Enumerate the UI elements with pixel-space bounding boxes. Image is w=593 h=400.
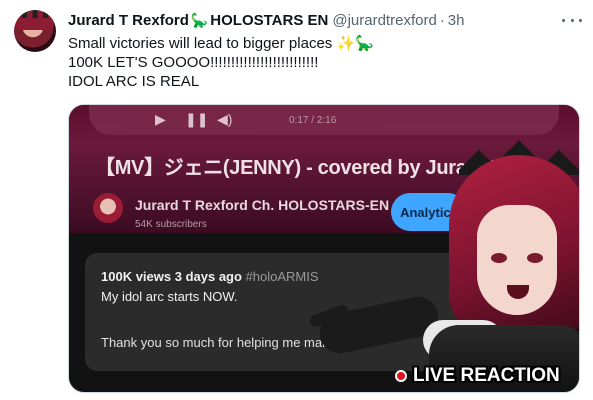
- description-line: My idol arc starts NOW.: [101, 289, 238, 304]
- live-dot-icon: [395, 370, 407, 382]
- video-meta: 100K views 3 days ago #holoARMIS: [101, 269, 319, 284]
- view-count: 100K views: [101, 269, 172, 284]
- dinosaur-icon: 🦕: [190, 11, 209, 28]
- more-dot: [570, 18, 574, 22]
- display-name-suffix[interactable]: HOLOSTARS EN: [210, 12, 328, 29]
- live-reaction-badge: LIVE REACTION: [395, 365, 560, 387]
- volume-icon: ◀): [217, 111, 233, 127]
- avatar-crown: [22, 10, 48, 18]
- avatar[interactable]: [14, 10, 56, 52]
- tweet-media-image[interactable]: ▶ ❚❚ ◀) 0:17 / 2:16 【MV】ジェニ(JENNY) - cov…: [68, 104, 580, 393]
- sparkles-dinosaur-icon: ✨🦕: [336, 35, 374, 52]
- subscriber-count: 54K subscribers: [135, 219, 207, 230]
- character-eye: [527, 253, 543, 263]
- character-eye: [491, 253, 507, 263]
- tweet-line: 100K LET'S GOOOO!!!!!!!!!!!!!!!!!!!!!!!!…: [68, 54, 319, 71]
- timecode: 0:17 / 2:16: [289, 115, 337, 126]
- tweet-text: Small victories will lead to bigger plac…: [68, 34, 568, 91]
- more-options-icon[interactable]: [562, 12, 582, 28]
- channel-name: Jurard T Rexford Ch. HOLOSTARS-EN: [135, 197, 390, 213]
- hashtag: #holoARMIS: [245, 269, 319, 284]
- user-handle[interactable]: @jurardtrexford: [332, 12, 436, 29]
- upload-age: 3 days ago: [174, 269, 242, 284]
- tweet-line: IDOL ARC IS REAL: [68, 73, 200, 90]
- channel-avatar: [93, 193, 123, 223]
- live-reaction-label: LIVE REACTION: [413, 365, 560, 386]
- pause-icon: ❚❚: [185, 111, 209, 127]
- more-dot: [579, 18, 582, 22]
- tweet-line: Small victories will lead to bigger plac…: [68, 34, 568, 53]
- more-dot: [562, 18, 565, 22]
- separator: ·: [439, 11, 445, 29]
- tweet[interactable]: Jurard T Rexford 🦕 HOLOSTARS EN @jurardt…: [0, 0, 593, 400]
- character-illustration: [423, 125, 579, 392]
- display-name[interactable]: Jurard T Rexford: [68, 12, 189, 29]
- timestamp[interactable]: 3h: [448, 12, 465, 29]
- play-icon: ▶: [155, 111, 166, 127]
- tweet-line-text: Small victories will lead to bigger plac…: [68, 35, 333, 52]
- tweet-header: Jurard T Rexford 🦕 HOLOSTARS EN @jurardt…: [68, 10, 464, 30]
- description-line: Thank you so much for helping me make: [101, 335, 336, 350]
